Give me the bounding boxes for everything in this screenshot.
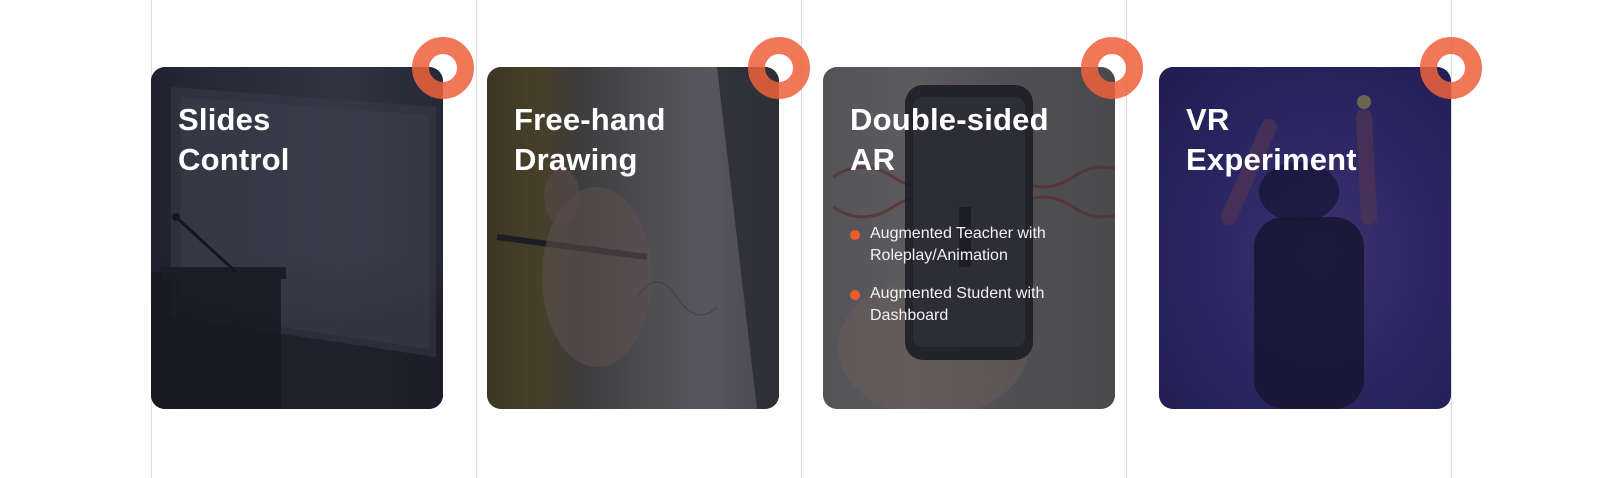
card-title: Double-sided AR [850,100,1100,180]
ring-icon [1420,37,1482,99]
feature-card-vr-experiment[interactable]: VR Experiment [1159,67,1451,409]
card-title: VR Experiment [1186,100,1436,180]
feature-bullet: Augmented Student with Dashboard [849,283,1089,327]
feature-bullet-list: Augmented Teacher with Roleplay/Animatio… [849,223,1089,343]
feature-card-slides-control[interactable]: Slides Control [151,67,443,409]
feature-cards-section: Slides Control Free-hand Drawing Double-… [0,0,1600,478]
grid-divider [476,0,477,478]
card-title-line: Double-sided [850,102,1049,137]
ring-icon [412,37,474,99]
card-title-line: Experiment [1186,142,1357,177]
card-title-line: Slides [178,102,271,137]
card-title: Slides Control [178,100,428,180]
bullet-dot-icon [850,230,860,240]
card-title-line: Control [178,142,290,177]
ring-icon [1081,37,1143,99]
feature-card-free-hand-drawing[interactable]: Free-hand Drawing [487,67,779,409]
card-title-line: VR [1186,102,1230,137]
feature-card-double-sided-ar[interactable]: Double-sided AR Augmented Teacher with R… [823,67,1115,409]
card-title-line: Drawing [514,142,638,177]
bullet-dot-icon [850,290,860,300]
card-title: Free-hand Drawing [514,100,764,180]
ring-icon [748,37,810,99]
bullet-text: Augmented Teacher with Roleplay/Animatio… [870,225,1046,264]
card-title-line: AR [850,142,896,177]
feature-bullet: Augmented Teacher with Roleplay/Animatio… [849,223,1089,267]
card-title-line: Free-hand [514,102,666,137]
bullet-text: Augmented Student with Dashboard [870,285,1045,324]
